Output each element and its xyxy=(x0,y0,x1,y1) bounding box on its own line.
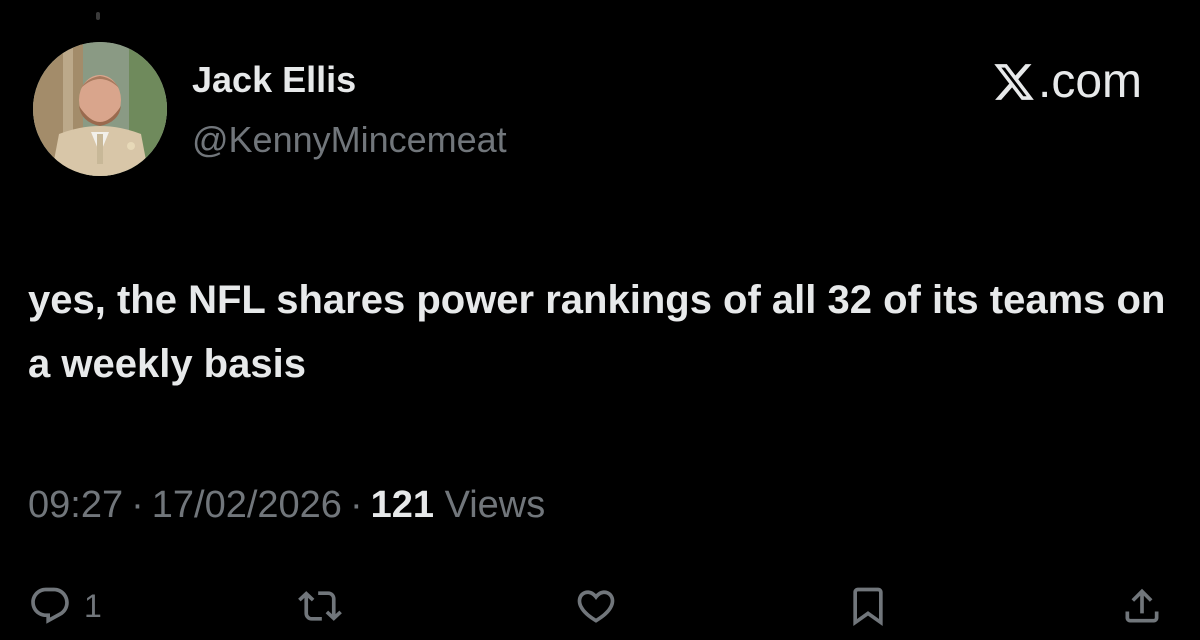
heart-icon xyxy=(577,590,615,623)
reply-count: 1 xyxy=(84,587,102,624)
bookmark-button[interactable] xyxy=(846,578,890,634)
meta-separator: · xyxy=(349,484,363,526)
like-button[interactable] xyxy=(574,578,618,634)
reply-button[interactable]: 1 xyxy=(28,578,102,634)
tweet-text: yes, the NFL shares power rankings of al… xyxy=(28,278,1166,386)
share-button[interactable] xyxy=(1120,578,1164,634)
divider-mark xyxy=(96,12,100,20)
avatar[interactable] xyxy=(33,42,167,176)
reply-icon xyxy=(31,587,69,624)
bookmark-icon xyxy=(853,587,883,627)
tweet-date[interactable]: 17/02/2026 xyxy=(152,484,342,526)
tweet-metadata: 09:27 · 17/02/2026 · 121 Views xyxy=(28,480,545,530)
tweet-time[interactable]: 09:27 xyxy=(28,484,123,526)
retweet-button[interactable] xyxy=(298,578,342,634)
share-icon xyxy=(1125,588,1159,623)
tweet-card: Jack Ellis @KennyMincemeat .com yes, the… xyxy=(0,0,1200,640)
action-bar: 1 xyxy=(0,578,1200,634)
x-logo-icon xyxy=(994,64,1034,100)
user-handle[interactable]: @KennyMincemeat xyxy=(192,118,507,162)
brand-watermark: .com xyxy=(992,54,1142,110)
display-name[interactable]: Jack Ellis xyxy=(192,58,356,102)
meta-separator: · xyxy=(131,484,144,526)
retweet-icon xyxy=(298,591,342,621)
brand-domain-text: .com xyxy=(1037,55,1142,108)
views-count: 121 xyxy=(370,484,434,526)
views-label: Views xyxy=(444,484,546,526)
